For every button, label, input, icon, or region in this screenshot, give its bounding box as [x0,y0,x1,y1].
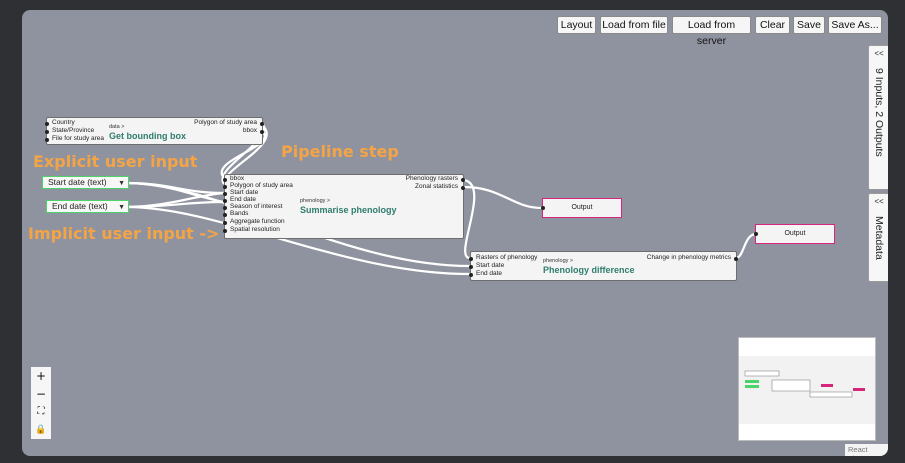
port-label: End date [476,270,503,277]
node-category: phenology > [300,198,331,204]
node-title: Summarise phenology [300,205,397,215]
port-label: Aggregate function [230,218,285,225]
annotation-pipeline-step: Pipeline step [281,142,399,161]
port-label: Polygon of study area [194,119,257,126]
caret-down-icon[interactable]: ▼ [118,178,125,189]
minimap-node [744,370,780,377]
output-handle[interactable] [461,186,465,190]
output-node[interactable]: Output [541,198,622,218]
input-handle[interactable] [541,206,545,210]
clear-button[interactable]: Clear [755,16,790,34]
annotation-explicit-input: Explicit user input [33,152,198,171]
node-get-bounding-box[interactable]: Country State/Province File for study ar… [45,117,264,145]
edge-zonal-output[interactable] [463,185,543,210]
minimap-node [745,380,759,383]
port-label: Zonal statistics [415,183,458,190]
minimap-node [745,385,759,388]
chevron-left-icon: << [874,49,884,58]
output-node-label: Output [571,204,593,211]
react-flow-attribution[interactable]: React Flow [845,444,888,456]
zoom-in-button[interactable]: + [31,367,51,385]
node-title: Phenology difference [543,265,635,275]
minimap-node [853,388,865,391]
node-summarise-phenology[interactable]: bbox Polygon of study area Start date En… [223,174,465,239]
end-date-input-node[interactable]: End date (text) ▼ [46,200,129,213]
zoom-out-button[interactable]: − [31,385,51,403]
flow-controls: + − ⛶ 🔒 [31,367,51,439]
port-label: State/Province [52,127,95,134]
load-from-server-button[interactable]: Load from server [672,16,751,47]
minimap-node [821,384,833,387]
input-node-label: Start date (text) [48,177,107,187]
output-handle[interactable] [734,257,738,261]
edge-rasters-difference[interactable] [463,178,476,260]
node-category: phenology > [543,258,574,264]
port-label: Start date [476,262,505,269]
minimap-view [739,356,875,424]
edge-change-output[interactable] [735,232,757,260]
caret-down-icon[interactable]: ▼ [118,202,125,213]
layout-button[interactable]: Layout [557,16,596,34]
save-button[interactable]: Save [793,16,825,34]
output-handle[interactable] [260,130,264,134]
minimap[interactable] [738,337,876,441]
load-from-file-button[interactable]: Load from file [600,16,668,34]
lock-button[interactable]: 🔒 [31,421,51,439]
port-label: Change in phenology metrics [646,254,731,261]
port-label: Spatial resolution [230,226,280,233]
input-handle[interactable] [754,232,758,236]
fit-view-button[interactable]: ⛶ [31,403,51,421]
port-label: Bands [230,210,249,217]
annotation-implicit-input: Implicit user input -> [28,224,220,243]
input-node-label: End date (text) [52,201,108,211]
flow-canvas[interactable]: Layout Load from file Load from server C… [22,10,888,456]
output-node[interactable]: Output [754,224,835,244]
port-label: Rasters of phenology [476,254,538,261]
output-node-label: Output [784,230,806,237]
metadata-tab[interactable]: << Metadata [868,193,888,282]
chevron-left-icon: << [874,197,884,206]
start-date-input-node[interactable]: Start date (text) ▼ [42,176,129,189]
output-handle[interactable] [461,178,465,182]
save-as-button[interactable]: Save As... [828,16,882,34]
minimap-node [771,379,811,392]
output-handle[interactable] [260,122,264,126]
node-title: Get bounding box [109,131,186,141]
minimap-node [809,391,853,398]
node-phenology-difference[interactable]: Rasters of phenology Start date End date… [469,251,738,281]
node-category: data > [109,124,125,130]
port-label: File for study area [52,135,105,142]
metadata-label: Metadata [873,216,885,260]
port-label: Country [52,119,75,126]
inputs-outputs-tab[interactable]: << 9 Inputs, 2 Outputs [868,45,888,190]
inputs-outputs-label: 9 Inputs, 2 Outputs [873,68,885,157]
port-label: Phenology rasters [405,175,458,182]
